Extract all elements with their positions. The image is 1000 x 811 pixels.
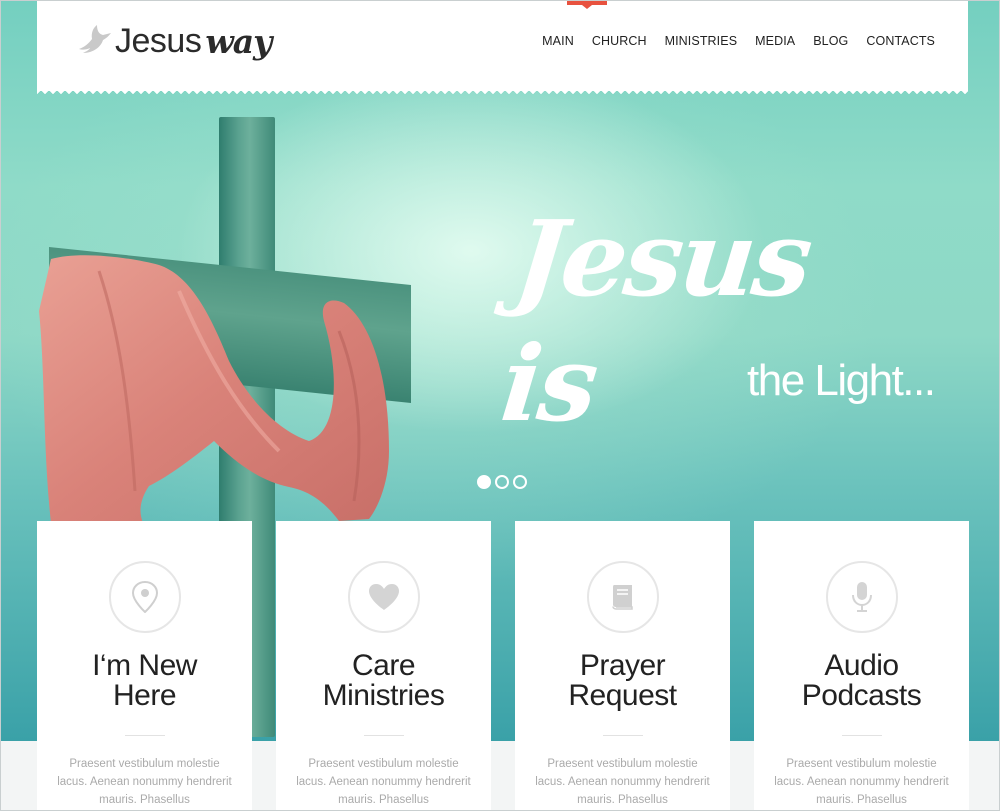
hero-subtitle: the Light... — [747, 356, 936, 405]
card-title-line1: Audio — [824, 649, 899, 682]
nav-item-contacts[interactable]: CONTACTS — [866, 34, 935, 48]
card-icon-circle — [587, 561, 659, 633]
nav-item-media[interactable]: MEDIA — [755, 34, 795, 48]
logo-text-jesus: Jesus — [115, 21, 202, 60]
card-title: Care Ministries — [276, 651, 491, 711]
card-text: Praesent vestibulum molestie lacus. Aene… — [57, 758, 232, 806]
card-title-line2: Here — [112, 679, 177, 712]
card-title: I‘m New Here — [37, 651, 252, 711]
card-title-line2: Ministries — [322, 679, 445, 712]
nav-item-ministries[interactable]: MINISTRIES — [665, 34, 738, 48]
card-title-line2: Podcasts — [801, 679, 922, 712]
logo-text-way: way — [205, 21, 272, 61]
card-divider — [603, 735, 643, 736]
hero-title: Jesus is — [496, 197, 816, 445]
card-title: Audio Podcasts — [754, 651, 969, 711]
card-icon-circle — [826, 561, 898, 633]
card-title-line2: Request — [568, 679, 677, 712]
cloth-drape — [39, 255, 389, 523]
slider-dot-3[interactable] — [513, 475, 527, 489]
slider-dots — [477, 475, 527, 489]
map-pin-icon — [132, 581, 158, 613]
nav-item-church[interactable]: CHURCH — [592, 34, 647, 48]
card-text: Praesent vestibulum molestie lacus. Aene… — [535, 758, 710, 806]
site-logo[interactable]: Jesus way — [77, 19, 272, 63]
card-new-here[interactable]: I‘m New Here Praesent vestibulum molesti… — [37, 521, 252, 810]
active-nav-marker — [567, 1, 607, 9]
slider-dot-1[interactable] — [477, 475, 491, 489]
card-icon-circle — [109, 561, 181, 633]
card-divider — [364, 735, 404, 736]
main-nav: MAIN CHURCH MINISTRIES MEDIA BLOG CONTAC… — [524, 34, 935, 48]
microphone-icon — [852, 582, 872, 612]
card-title-line1: Prayer — [579, 649, 666, 682]
book-icon — [612, 585, 633, 610]
card-icon-circle — [348, 561, 420, 633]
card-audio-podcasts[interactable]: Audio Podcasts Praesent vestibulum moles… — [754, 521, 969, 810]
heart-icon — [369, 584, 399, 610]
card-care-ministries[interactable]: Care Ministries Praesent vestibulum mole… — [276, 521, 491, 810]
nav-item-blog[interactable]: BLOG — [813, 34, 848, 48]
page-frame: Jesus way MAIN CHURCH MINISTRIES MEDIA B… — [0, 0, 1000, 811]
card-text: Praesent vestibulum molestie lacus. Aene… — [774, 758, 949, 806]
header-zigzag-edge — [37, 89, 968, 95]
card-title-line1: I‘m New — [92, 649, 197, 682]
card-text: Praesent vestibulum molestie lacus. Aene… — [296, 758, 471, 806]
card-title-line1: Care — [351, 649, 416, 682]
dove-icon — [79, 25, 111, 53]
nav-item-main[interactable]: MAIN — [542, 34, 574, 48]
card-prayer-request[interactable]: Prayer Request Praesent vestibulum moles… — [515, 521, 730, 810]
card-divider — [125, 735, 165, 736]
card-divider — [842, 735, 882, 736]
slider-dot-2[interactable] — [495, 475, 509, 489]
card-title: Prayer Request — [515, 651, 730, 711]
